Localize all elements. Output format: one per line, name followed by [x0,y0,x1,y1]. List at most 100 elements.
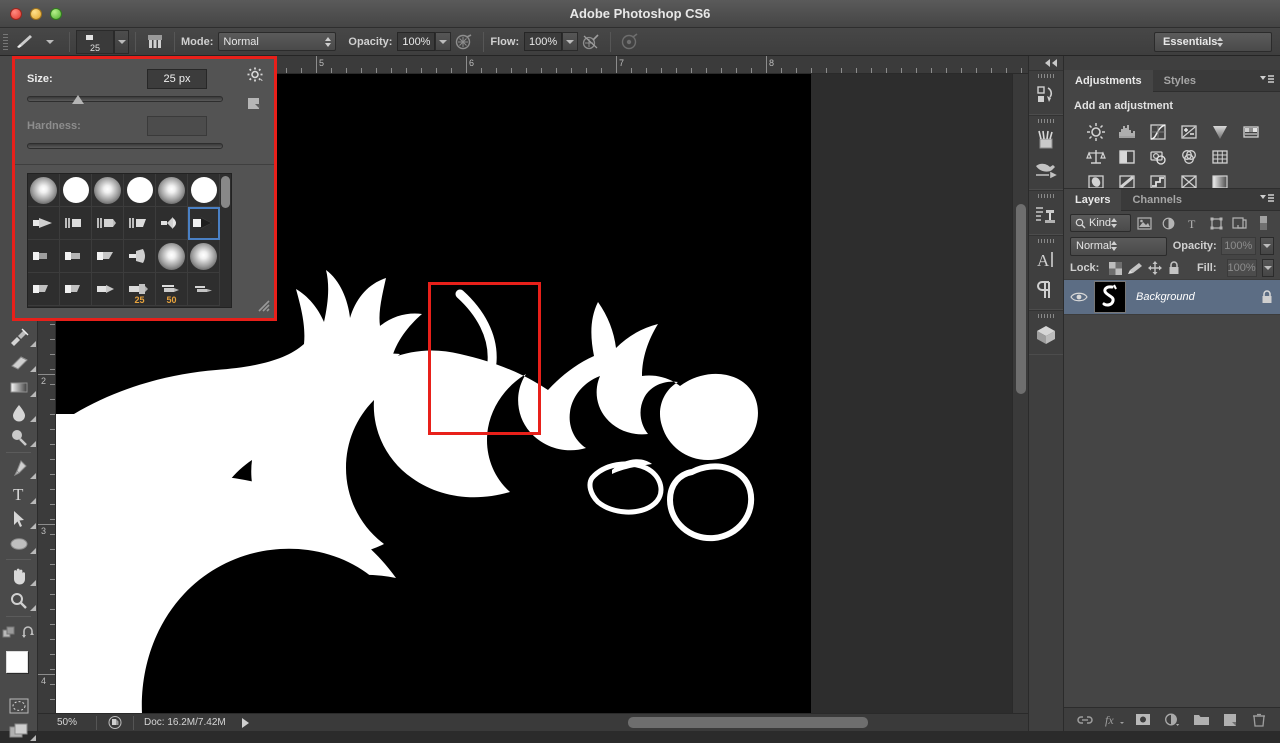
brush-preset-round-point[interactable] [188,207,220,240]
tab-layers[interactable]: Layers [1064,189,1122,211]
scrollbar-thumb[interactable] [221,176,230,208]
fill-stepper[interactable] [1261,259,1274,277]
dock-handle[interactable] [1029,311,1063,320]
filter-smart-icon[interactable] [1229,213,1250,233]
clone-source-icon[interactable] [1029,200,1063,230]
brush-size-preview[interactable]: 25 [76,29,114,54]
pressure-size-icon[interactable] [617,31,643,53]
flow-input[interactable]: 100% [524,32,563,51]
zoom-level[interactable]: 50% [38,717,96,728]
options-bar-grip[interactable] [0,28,11,56]
color-swatches[interactable] [0,649,38,689]
blend-mode-select[interactable]: Normal [218,32,337,51]
character-a-icon[interactable]: A [1029,245,1063,275]
brush-preset-fan-tip[interactable] [156,207,188,240]
hue-saturation-icon[interactable] [1235,119,1266,144]
pen-tool[interactable] [0,456,38,481]
brush-preset-picker[interactable]: Size: 25 px Hardness: 25 50 [12,56,277,321]
brush-preset-angle-tip[interactable] [92,240,124,273]
filter-shape-icon[interactable] [1206,213,1227,233]
new-group-icon[interactable] [1191,710,1211,730]
dodge-tool[interactable] [0,424,38,449]
brush-grid-scrollbar[interactable] [221,176,230,306]
opacity-stepper[interactable] [435,32,452,51]
dock-handle[interactable] [1029,236,1063,245]
airbrush-icon[interactable] [578,31,604,53]
workspace-selector[interactable]: Essentials [1154,32,1272,52]
new-preset-icon[interactable] [247,97,262,114]
tab-channels[interactable]: Channels [1121,189,1193,211]
foreground-color-swatch[interactable] [6,651,28,673]
fill-value[interactable]: 100% [1226,259,1257,277]
default-colors-icon[interactable] [0,620,38,645]
tab-adjustments[interactable]: Adjustments [1064,70,1153,92]
layer-blend-mode-select[interactable]: Normal [1070,236,1167,256]
brush-preset-bristle-b[interactable] [92,207,124,240]
scrollbar-thumb[interactable] [1016,204,1026,394]
layer-opacity-stepper[interactable] [1259,237,1274,255]
brush-preset-soft-round[interactable] [28,174,60,207]
color-balance-icon[interactable] [1080,144,1111,169]
ellipse-tool[interactable] [0,531,38,556]
new-adjustment-icon[interactable] [1162,710,1182,730]
lock-transparency-icon[interactable] [1109,259,1123,277]
brush-preset-hard-round[interactable] [188,174,220,207]
photo-filter-icon[interactable] [1142,144,1173,169]
brush-preset-picker-toggle[interactable] [114,29,129,54]
brush-preset-chisel-a[interactable] [28,240,60,273]
brush-preset-dropdown[interactable] [37,31,63,53]
brush-preset-angle-flat[interactable] [60,273,92,306]
add-mask-icon[interactable] [1133,710,1153,730]
filter-type-icon[interactable]: T [1182,213,1203,233]
filter-kind-select[interactable]: Kind [1070,214,1132,232]
brush-preset-hard-round[interactable] [124,174,156,207]
type-tool[interactable]: T [0,481,38,506]
brush-panel-icon[interactable] [142,31,168,53]
layer-row-background[interactable]: Background [1064,279,1280,315]
brush-tips-icon[interactable] [1029,125,1063,155]
layer-thumbnail[interactable] [1094,281,1126,313]
dock-handle[interactable] [1029,71,1063,80]
brush-preset-bristle-c[interactable] [124,207,156,240]
canvas-horizontal-scrollbar[interactable] [628,717,1018,728]
lock-position-icon[interactable] [1148,259,1163,277]
channel-mixer-icon[interactable] [1173,144,1204,169]
levels-icon[interactable] [1111,119,1142,144]
resize-grip-icon[interactable] [256,298,270,315]
brush-preset-soft-round[interactable] [188,240,220,273]
clone-stamp-tool[interactable] [0,324,38,349]
brush-preset-pencil-tip2[interactable] [188,273,220,306]
collapse-panels-icon[interactable] [1029,56,1063,70]
doc-size-icon[interactable] [97,716,133,729]
slider-knob[interactable] [72,95,84,104]
brush-presets-icon[interactable] [1029,155,1063,185]
brush-hardness-slider[interactable] [27,139,223,153]
brush-size-input[interactable]: 25 px [147,69,207,89]
hand-tool[interactable] [0,563,38,588]
paragraph-pilcrow-icon[interactable] [1029,275,1063,305]
filter-pixel-icon[interactable] [1134,213,1155,233]
brush-icon[interactable] [11,31,37,53]
brush-preset-soft-round[interactable] [156,174,188,207]
brush-preset-pencil-tip[interactable]: 50 [156,273,188,306]
gradient-tool[interactable] [0,374,38,399]
status-menu-arrow[interactable] [241,717,249,728]
lock-all-icon[interactable] [1167,259,1180,277]
brightness-contrast-icon[interactable] [1080,119,1111,144]
eye-icon[interactable] [1064,291,1094,303]
color-lookup-icon[interactable] [1204,144,1235,169]
flow-stepper[interactable] [562,32,579,51]
brush-preset-bristle-a[interactable] [60,207,92,240]
scrollbar-thumb[interactable] [628,717,868,728]
brush-preset-soft-round[interactable] [156,240,188,273]
brush-preset-flat-tip[interactable] [28,207,60,240]
zoom-tool[interactable] [0,588,38,613]
filter-adjustment-icon[interactable] [1158,213,1179,233]
quick-mask-icon[interactable] [0,693,38,718]
opacity-input[interactable]: 100% [397,32,436,51]
dock-handle[interactable] [1029,191,1063,200]
delete-layer-icon[interactable] [1249,710,1269,730]
lock-image-icon[interactable] [1127,259,1143,277]
history-icon[interactable] [1029,80,1063,110]
new-layer-icon[interactable] [1220,710,1240,730]
